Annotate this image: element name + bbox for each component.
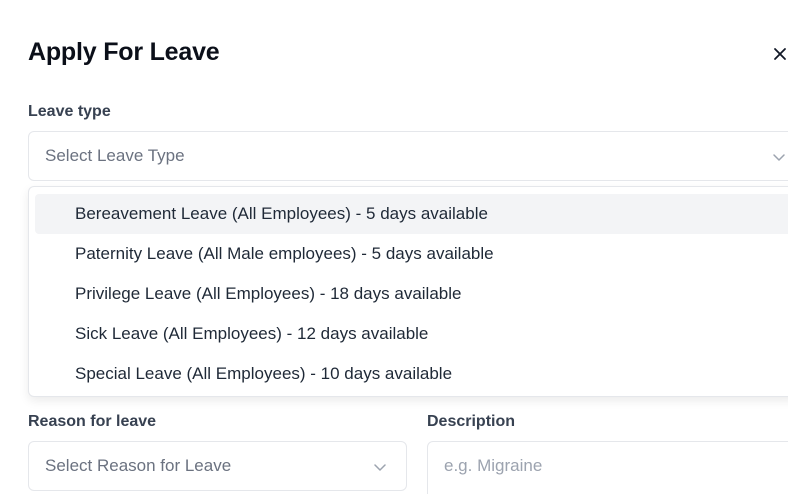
- description-textarea[interactable]: e.g. Migraine: [427, 441, 788, 494]
- leave-type-select[interactable]: Select Leave Type: [28, 131, 788, 181]
- close-icon: [774, 48, 786, 60]
- modal-title: Apply For Leave: [28, 38, 220, 66]
- leave-option-sick[interactable]: Sick Leave (All Employees) - 12 days ava…: [35, 314, 788, 354]
- apply-leave-modal: Apply For Leave Leave type Select Leave …: [0, 0, 788, 494]
- leave-option-bereavement[interactable]: Bereavement Leave (All Employees) - 5 da…: [35, 194, 788, 234]
- description-placeholder: e.g. Migraine: [444, 456, 543, 475]
- leave-type-label: Leave type: [28, 103, 111, 120]
- reason-label: Reason for leave: [28, 413, 157, 430]
- leave-option-privilege[interactable]: Privilege Leave (All Employees) - 18 day…: [35, 274, 788, 314]
- reason-select[interactable]: Select Reason for Leave: [28, 441, 407, 491]
- leave-option-special[interactable]: Special Leave (All Employees) - 10 days …: [35, 354, 788, 394]
- close-button[interactable]: [770, 44, 788, 64]
- leave-type-dropdown: Bereavement Leave (All Employees) - 5 da…: [28, 186, 788, 397]
- reason-placeholder: Select Reason for Leave: [45, 456, 232, 475]
- chevron-down-icon: [374, 464, 386, 471]
- leave-option-paternity[interactable]: Paternity Leave (All Male employees) - 5…: [35, 234, 788, 274]
- leave-type-placeholder: Select Leave Type: [45, 146, 185, 165]
- chevron-down-icon: [773, 154, 785, 161]
- description-label: Description: [427, 413, 516, 430]
